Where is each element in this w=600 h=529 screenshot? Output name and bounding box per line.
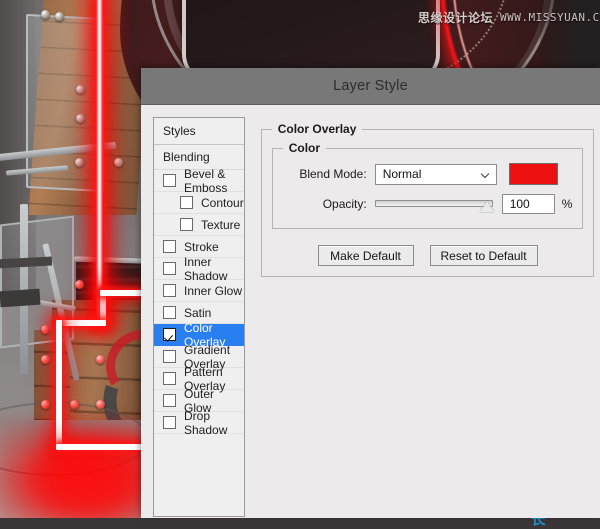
- effect-row-contour[interactable]: Contour: [154, 192, 244, 214]
- dialog-title: Layer Style: [333, 78, 408, 94]
- photo-bolt: [96, 355, 105, 364]
- neon-segment: [56, 320, 106, 326]
- effect-label: Inner Glow: [184, 283, 243, 298]
- effect-label: Texture: [201, 217, 241, 232]
- neon-segment: [100, 290, 145, 296]
- checkbox-icon[interactable]: [163, 416, 176, 429]
- photo-bolt: [41, 10, 50, 19]
- effect-label: Inner Shadow: [184, 254, 228, 283]
- color-overlay-group-title: Color Overlay: [271, 122, 363, 136]
- color-overlay-pane: Color Overlay Color Blend Mode: Normal O…: [245, 117, 600, 519]
- styles-panel-header[interactable]: Styles: [154, 118, 244, 145]
- effect-row-inner-shadow[interactable]: Inner Shadow: [154, 254, 244, 283]
- watermark-top: 思缘设计论坛 WWW.MISSYUAN.COM: [418, 9, 600, 26]
- checkbox-icon[interactable]: [163, 174, 176, 187]
- make-default-button[interactable]: Make Default: [317, 245, 414, 266]
- opacity-input[interactable]: 100: [501, 194, 555, 214]
- blend-mode-value: Normal: [382, 167, 422, 181]
- dialog-body: Styles Blending Options: Default Bevel &…: [141, 105, 600, 519]
- checkbox-icon[interactable]: [163, 372, 176, 385]
- blend-mode-field: Blend Mode: Normal: [283, 163, 573, 185]
- photo-bolt: [41, 325, 50, 334]
- photo-beam: [0, 288, 41, 308]
- color-overlay-group: Color Overlay Color Blend Mode: Normal O…: [260, 122, 595, 277]
- color-group-title: Color: [282, 141, 327, 155]
- checkbox-icon[interactable]: [163, 284, 176, 297]
- checkbox-icon[interactable]: [163, 240, 176, 253]
- blend-mode-label: Blend Mode:: [299, 167, 367, 181]
- effect-label: Satin: [184, 305, 212, 320]
- effect-row-drop-shadow[interactable]: Drop Shadow: [154, 408, 244, 437]
- slider-thumb[interactable]: [479, 201, 494, 212]
- effect-label: Contour: [201, 195, 244, 210]
- checkbox-icon[interactable]: [163, 350, 176, 363]
- photo-bolt: [96, 400, 105, 409]
- color-swatch[interactable]: [508, 163, 558, 185]
- checkbox-icon[interactable]: [163, 394, 176, 407]
- effect-row-inner-glow[interactable]: Inner Glow: [154, 280, 244, 302]
- effects-list: Bevel & Emboss Contour Texture Stroke In…: [154, 166, 244, 516]
- checkbox-icon[interactable]: [180, 218, 193, 231]
- effect-row-bevel-emboss[interactable]: Bevel & Emboss: [154, 166, 244, 195]
- effect-label: Stroke: [184, 239, 219, 254]
- opacity-slider[interactable]: [374, 194, 494, 214]
- chevron-down-icon: [482, 170, 491, 179]
- neon-vertical-tube: [96, 0, 103, 324]
- photo-bolt: [70, 400, 79, 409]
- neon-segment: [56, 320, 62, 450]
- default-buttons-row: Make Default Reset to Default: [272, 245, 584, 266]
- checkbox-icon[interactable]: [163, 306, 176, 319]
- reset-to-default-button[interactable]: Reset to Default: [429, 245, 538, 266]
- color-group: Color Blend Mode: Normal Opacity: 100 %: [271, 141, 584, 229]
- layer-style-dialog: Layer Style Styles Blending Options: Def…: [141, 68, 600, 518]
- opacity-field: Opacity: 100 %: [283, 194, 573, 214]
- styles-panel: Styles Blending Options: Default Bevel &…: [153, 117, 245, 517]
- blend-mode-select[interactable]: Normal: [374, 163, 497, 185]
- photo-bolt: [55, 12, 64, 21]
- slider-track: [374, 200, 493, 207]
- watermark-top-cn-text: 思缘设计论坛: [418, 11, 494, 25]
- checkbox-checked-icon[interactable]: [163, 328, 176, 341]
- opacity-unit: %: [561, 197, 573, 211]
- effect-label: Bevel & Emboss: [184, 166, 228, 195]
- dialog-titlebar[interactable]: Layer Style: [141, 68, 600, 105]
- checkbox-icon[interactable]: [163, 262, 176, 275]
- checkbox-icon[interactable]: [180, 196, 193, 209]
- effect-label: Drop Shadow: [184, 408, 228, 437]
- photo-bolt: [41, 400, 50, 409]
- photo-bolt: [41, 355, 50, 364]
- opacity-label: Opacity:: [322, 197, 367, 211]
- effect-row-texture[interactable]: Texture: [154, 214, 244, 236]
- watermark-top-url: WWW.MISSYUAN.COM: [500, 11, 600, 24]
